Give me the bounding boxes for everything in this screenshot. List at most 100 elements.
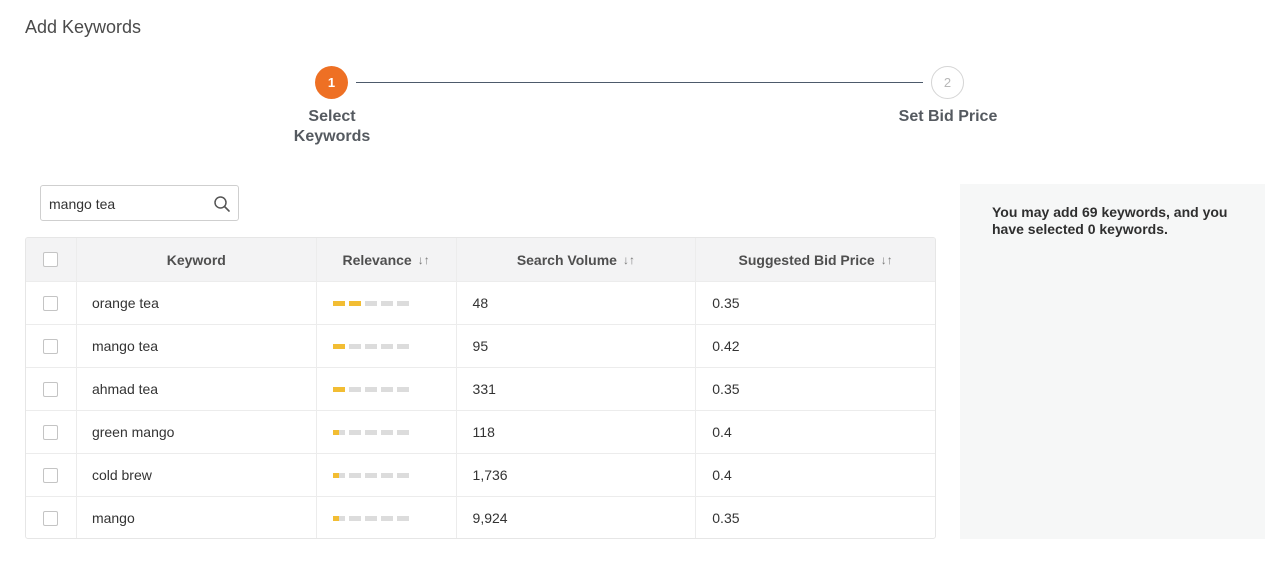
suggested-bid-cell: 0.35	[695, 497, 935, 538]
search-volume-text: 48	[472, 295, 489, 311]
header-keyword: Keyword	[75, 238, 316, 281]
relevance-bar	[348, 386, 361, 392]
step-2-circle: 2	[931, 66, 964, 99]
header-search-volume[interactable]: Search Volume ↓↑	[455, 238, 696, 281]
relevance-cell	[315, 282, 456, 324]
relevance-bar	[364, 472, 377, 478]
relevance-cell	[315, 325, 456, 367]
sort-icon[interactable]: ↓↑	[623, 253, 635, 267]
relevance-bar	[380, 515, 393, 521]
search-volume-cell: 118	[455, 411, 696, 453]
relevance-bar	[332, 429, 345, 435]
search-volume-text: 9,924	[472, 510, 508, 526]
header-relevance-label: Relevance	[342, 251, 412, 268]
row-checkbox[interactable]	[43, 295, 59, 311]
relevance-cell	[315, 454, 456, 496]
row-check-cell	[26, 282, 76, 324]
header-keyword-label: Keyword	[166, 251, 226, 268]
table-row[interactable]: cold brew 1,736 0.4	[26, 453, 935, 496]
step-2-label: Set Bid Price	[898, 108, 998, 125]
table-header-row: Keyword Relevance ↓↑ Search Volume ↓↑ Su…	[26, 238, 935, 281]
suggested-bid-text: 0.35	[712, 510, 740, 526]
suggested-bid-text: 0.42	[712, 338, 740, 354]
suggested-bid-cell: 0.4	[695, 454, 935, 496]
relevance-bar	[380, 429, 393, 435]
suggested-bid-cell: 0.35	[695, 282, 935, 324]
keyword-cell: orange tea	[75, 282, 316, 324]
keyword-cell: green mango	[75, 411, 316, 453]
keyword-cell: mango	[75, 497, 316, 538]
keyword-text: ahmad tea	[91, 381, 159, 397]
relevance-bar	[364, 515, 377, 521]
row-checkbox[interactable]	[43, 467, 59, 483]
header-relevance[interactable]: Relevance ↓↑	[315, 238, 456, 281]
search-volume-text: 118	[472, 424, 495, 440]
select-all-cell	[26, 238, 76, 281]
relevance-meter	[332, 386, 409, 392]
relevance-bar	[364, 429, 377, 435]
keywords-table: Keyword Relevance ↓↑ Search Volume ↓↑ Su…	[25, 237, 936, 539]
keyword-text: orange tea	[91, 295, 159, 311]
step-1-circle: 1	[315, 66, 348, 99]
relevance-bar	[332, 472, 345, 478]
stepper-line	[356, 82, 923, 83]
table-body: orange tea 48 0.35 mango tea 95 0.42 ahm…	[26, 281, 935, 538]
table-row[interactable]: ahmad tea 331 0.35	[26, 367, 935, 410]
suggested-bid-text: 0.4	[712, 424, 732, 440]
relevance-bar	[396, 429, 409, 435]
table-row[interactable]: green mango 118 0.4	[26, 410, 935, 453]
relevance-bar	[380, 300, 393, 306]
step-1-label: Select Keywords	[262, 107, 402, 147]
row-check-cell	[26, 497, 76, 538]
keyword-cell: mango tea	[75, 325, 316, 367]
relevance-bar	[364, 386, 377, 392]
keyword-text: mango	[91, 510, 135, 526]
sort-icon[interactable]: ↓↑	[881, 253, 893, 267]
step-1-label-text: Select Keywords	[293, 108, 371, 145]
relevance-bar	[380, 472, 393, 478]
header-suggested-bid[interactable]: Suggested Bid Price ↓↑	[695, 238, 935, 281]
relevance-bar	[380, 343, 393, 349]
row-check-cell	[26, 325, 76, 367]
relevance-cell	[315, 368, 456, 410]
header-search-volume-label: Search Volume	[516, 251, 617, 268]
relevance-bar	[364, 300, 377, 306]
relevance-bar	[348, 343, 361, 349]
search-input[interactable]	[49, 194, 204, 214]
search-icon[interactable]	[213, 195, 231, 213]
search-volume-cell: 1,736	[455, 454, 696, 496]
relevance-bar	[348, 515, 361, 521]
row-checkbox[interactable]	[43, 424, 59, 440]
relevance-meter	[332, 343, 409, 349]
relevance-bar	[332, 343, 345, 349]
table-row[interactable]: orange tea 48 0.35	[26, 281, 935, 324]
relevance-bar	[364, 343, 377, 349]
relevance-bar	[348, 429, 361, 435]
relevance-bar	[332, 386, 345, 392]
relevance-bar	[396, 472, 409, 478]
select-all-checkbox[interactable]	[43, 252, 59, 267]
relevance-bar	[348, 300, 361, 306]
table-row[interactable]: mango 9,924 0.35	[26, 496, 935, 538]
keyword-text: green mango	[91, 424, 175, 440]
search-volume-cell: 95	[455, 325, 696, 367]
sort-icon[interactable]: ↓↑	[418, 253, 430, 267]
relevance-meter	[332, 472, 409, 478]
header-suggested-bid-label: Suggested Bid Price	[738, 251, 875, 268]
table-row[interactable]: mango tea 95 0.42	[26, 324, 935, 367]
row-checkbox[interactable]	[43, 381, 59, 397]
add-keywords-page: Add Keywords 1 2 Select Keywords Set Bid…	[0, 0, 1278, 568]
suggested-bid-text: 0.4	[712, 467, 732, 483]
relevance-bar	[396, 343, 409, 349]
suggested-bid-cell: 0.35	[695, 368, 935, 410]
relevance-bar	[332, 515, 345, 521]
relevance-bar	[396, 515, 409, 521]
suggested-bid-cell: 0.4	[695, 411, 935, 453]
selection-summary-text: You may add 69 keywords, and you have se…	[992, 204, 1228, 237]
row-checkbox[interactable]	[43, 510, 59, 526]
search-volume-text: 331	[472, 381, 496, 397]
row-checkbox[interactable]	[43, 338, 59, 354]
relevance-meter	[332, 429, 409, 435]
relevance-cell	[315, 497, 456, 538]
relevance-bar	[380, 386, 393, 392]
